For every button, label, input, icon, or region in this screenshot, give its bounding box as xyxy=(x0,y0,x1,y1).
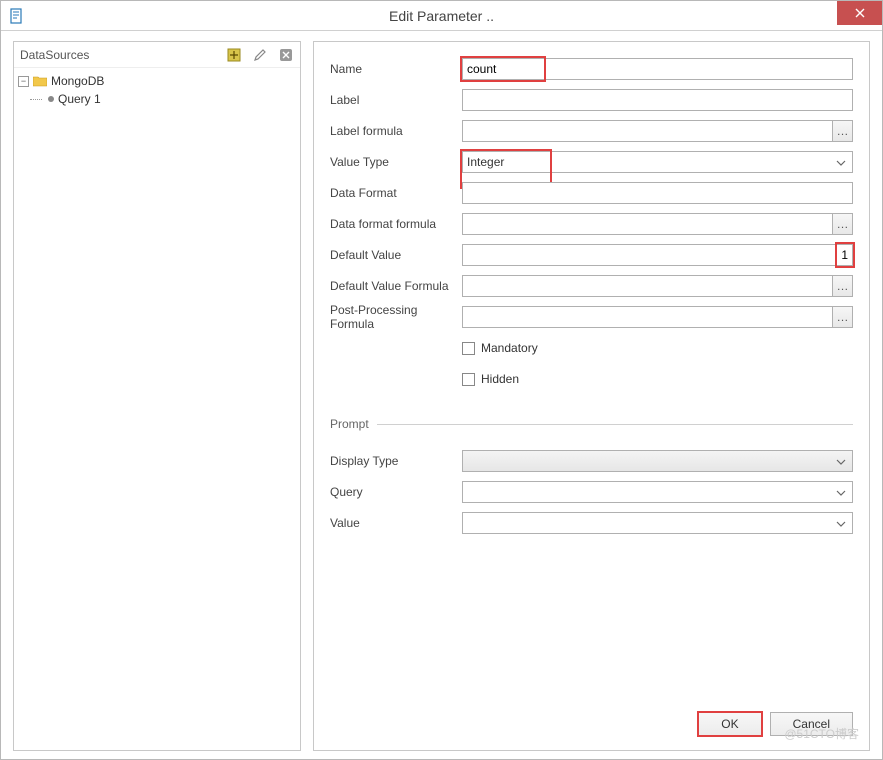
datasources-panel: DataSources − xyxy=(13,41,301,751)
post-processing-formula-input[interactable] xyxy=(462,306,832,328)
app-icon xyxy=(9,8,25,24)
display-type-label: Display Type xyxy=(330,454,462,468)
pencil-icon xyxy=(253,48,267,62)
prompt-value-select[interactable] xyxy=(462,512,853,534)
default-value-formula-input[interactable] xyxy=(462,275,832,297)
datasources-header: DataSources xyxy=(14,42,300,68)
dialog-buttons: OK Cancel xyxy=(698,712,853,736)
cancel-button[interactable]: Cancel xyxy=(770,712,853,736)
chevron-down-icon xyxy=(836,516,846,530)
name-input[interactable] xyxy=(462,58,853,80)
tree-collapse-icon[interactable]: − xyxy=(18,76,29,87)
chevron-down-icon xyxy=(836,454,846,468)
prompt-query-label: Query xyxy=(330,485,462,499)
tree-label: Query 1 xyxy=(58,92,101,106)
mandatory-label: Mandatory xyxy=(481,341,538,355)
value-type-select[interactable]: Integer xyxy=(462,151,853,173)
value-type-value: Integer xyxy=(467,155,504,169)
bullet-icon xyxy=(48,96,54,102)
window-title: Edit Parameter .. xyxy=(389,8,494,24)
edit-datasource-button[interactable] xyxy=(252,47,268,63)
data-format-formula-browse-button[interactable]: … xyxy=(832,213,853,235)
label-formula-label: Label formula xyxy=(330,124,462,138)
post-processing-formula-browse-button[interactable]: … xyxy=(832,306,853,328)
chevron-down-icon xyxy=(836,155,846,169)
prompt-section-label: Prompt xyxy=(330,417,369,431)
folder-icon xyxy=(33,75,47,87)
dialog-window: Edit Parameter .. DataSources xyxy=(0,0,883,760)
default-value-label: Default Value xyxy=(330,248,462,262)
add-icon xyxy=(227,48,241,62)
delete-datasource-button[interactable] xyxy=(278,47,294,63)
label-input[interactable] xyxy=(462,89,853,111)
value-type-label: Value Type xyxy=(330,155,462,169)
name-label: Name xyxy=(330,62,462,76)
tree-label: MongoDB xyxy=(51,74,104,88)
prompt-value-label: Value xyxy=(330,516,462,530)
data-format-label: Data Format xyxy=(330,186,462,200)
datasources-tree: − MongoDB Query 1 xyxy=(14,68,300,750)
tree-item-mongodb[interactable]: − MongoDB xyxy=(18,72,296,90)
chevron-down-icon xyxy=(836,485,846,499)
close-button[interactable] xyxy=(837,1,882,25)
parameter-form-panel: Name Label Label formula xyxy=(313,41,870,751)
default-value-formula-browse-button[interactable]: … xyxy=(832,275,853,297)
data-format-input[interactable] xyxy=(462,182,853,204)
default-value-formula-label: Default Value Formula xyxy=(330,279,462,293)
display-type-select[interactable] xyxy=(462,450,853,472)
default-value-input[interactable] xyxy=(462,244,853,266)
data-format-formula-label: Data format formula xyxy=(330,217,462,231)
mandatory-checkbox[interactable] xyxy=(462,342,475,355)
label-formula-input[interactable] xyxy=(462,120,832,142)
titlebar: Edit Parameter .. xyxy=(1,1,882,31)
parameter-form: Name Label Label formula xyxy=(330,58,853,534)
datasources-title: DataSources xyxy=(20,48,226,62)
hidden-label: Hidden xyxy=(481,372,519,386)
add-datasource-button[interactable] xyxy=(226,47,242,63)
label-formula-browse-button[interactable]: … xyxy=(832,120,853,142)
data-format-formula-input[interactable] xyxy=(462,213,832,235)
ok-button[interactable]: OK xyxy=(698,712,761,736)
prompt-section-separator: Prompt xyxy=(330,417,853,431)
tree-item-query1[interactable]: Query 1 xyxy=(18,90,296,108)
post-processing-formula-label: Post-Processing Formula xyxy=(330,303,462,331)
dialog-body: DataSources − xyxy=(1,31,882,759)
prompt-query-select[interactable] xyxy=(462,481,853,503)
hidden-checkbox[interactable] xyxy=(462,373,475,386)
close-icon xyxy=(855,8,865,18)
label-label: Label xyxy=(330,93,462,107)
delete-icon xyxy=(279,48,293,62)
